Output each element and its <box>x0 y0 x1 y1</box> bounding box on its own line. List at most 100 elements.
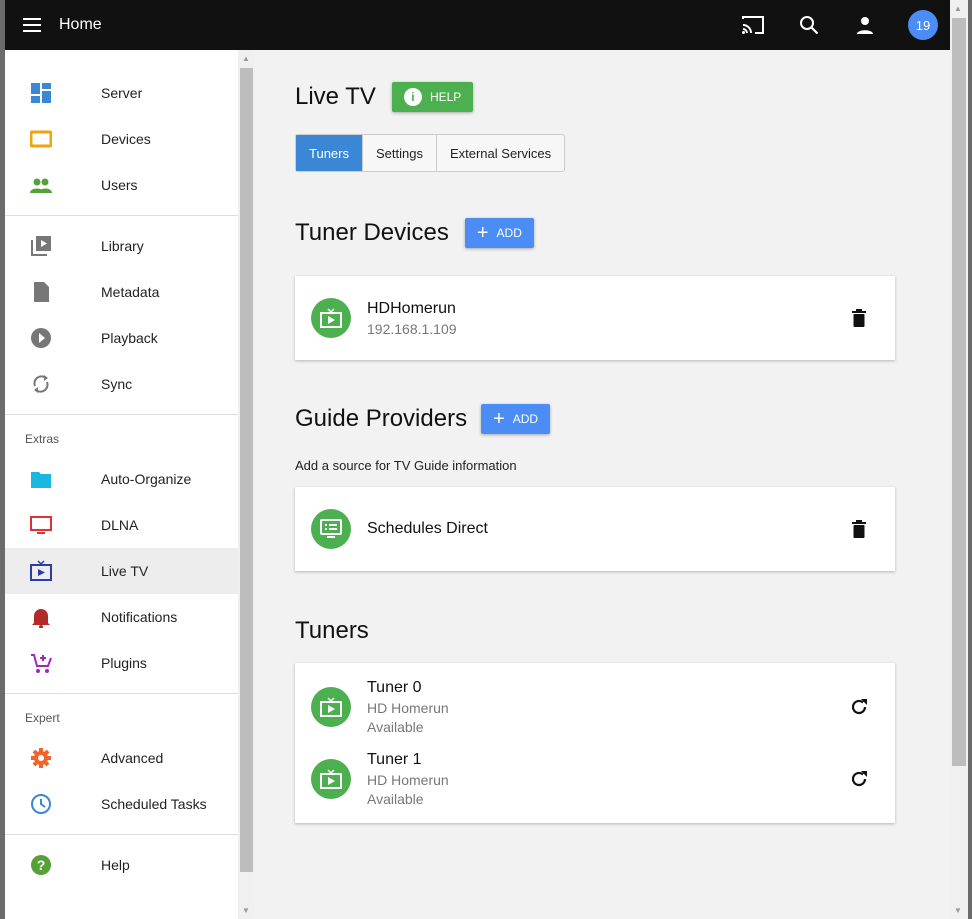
guide-providers-heading: Guide Providers <box>295 405 468 432</box>
page-scrollbar[interactable]: ▲ ▼ <box>950 0 968 919</box>
add-tuner-device-button[interactable]: + ADD <box>464 218 534 248</box>
sidebar-item-label: Library <box>101 238 144 254</box>
plus-icon: + <box>493 407 505 430</box>
sidebar-item-playback[interactable]: Playback <box>5 315 238 361</box>
sidebar-item-server[interactable]: Server <box>5 70 238 116</box>
sidebar-item-dlna[interactable]: DLNA <box>5 502 238 548</box>
device-address: 192.168.1.109 <box>367 320 457 337</box>
sidebar-item-library[interactable]: Library <box>5 223 238 269</box>
top-bar: Home 19 <box>5 0 950 50</box>
tab-settings[interactable]: Settings <box>363 135 437 171</box>
sidebar-item-label: Plugins <box>101 655 147 671</box>
device-name: HDHomerun <box>367 299 456 317</box>
sidebar-item-notifications[interactable]: Notifications <box>5 594 238 640</box>
live-tv-icon <box>311 759 351 799</box>
add-label: ADD <box>512 412 539 426</box>
guide-icon <box>311 509 351 549</box>
sidebar-item-live-tv[interactable]: Live TV <box>5 548 238 594</box>
sidebar-item-users[interactable]: Users <box>5 162 238 208</box>
expert-heading: Expert <box>25 711 60 725</box>
live-tv-icon <box>311 298 351 338</box>
list-item[interactable]: Schedules Direct <box>295 487 895 571</box>
sidebar-item-metadata[interactable]: Metadata <box>5 269 238 315</box>
monitor-icon <box>29 513 53 537</box>
tab-external-services[interactable]: External Services <box>437 135 564 171</box>
gear-icon <box>29 746 53 770</box>
sidebar: Server Devices Users Library Metadata Playba… <box>5 50 238 919</box>
tuner-device: HD Homerun <box>367 700 449 716</box>
list-item[interactable]: Tuner 0 HD Homerun Available <box>295 671 895 743</box>
main-content: Live TV i HELP Tuners Settings External S… <box>295 50 895 823</box>
sidebar-item-label: Help <box>101 857 130 873</box>
info-icon: i <box>403 88 422 106</box>
bell-icon <box>29 605 53 629</box>
tuners-heading: Tuners <box>295 617 369 644</box>
sidebar-item-label: Devices <box>101 131 151 147</box>
delete-icon[interactable] <box>849 518 869 540</box>
sidebar-item-label: Metadata <box>101 284 160 300</box>
user-icon[interactable] <box>852 12 878 38</box>
tuner-name: Tuner 1 <box>367 751 422 768</box>
cast-icon[interactable] <box>740 12 766 38</box>
sidebar-item-plugins[interactable]: Plugins <box>5 640 238 686</box>
refresh-icon[interactable] <box>849 696 869 718</box>
tab-bar: Tuners Settings External Services <box>295 134 566 172</box>
sidebar-item-devices[interactable]: Devices <box>5 116 238 162</box>
list-item[interactable]: Tuner 1 HD Homerun Available <box>295 743 895 815</box>
sidebar-item-advanced[interactable]: Advanced <box>5 735 238 781</box>
help-label: HELP <box>429 90 462 104</box>
search-icon[interactable] <box>796 12 822 38</box>
folder-icon <box>29 467 53 491</box>
page-title: Live TV <box>295 83 376 110</box>
tuners-card: Tuner 0 HD Homerun Available Tuner 1 HD Hom… <box>295 663 895 823</box>
extras-heading: Extras <box>25 432 60 446</box>
delete-icon[interactable] <box>849 307 869 329</box>
add-guide-provider-button[interactable]: + ADD <box>481 404 551 434</box>
help-icon: ? <box>29 853 53 877</box>
notification-badge[interactable]: 19 <box>908 10 938 40</box>
play-circle-icon <box>29 326 53 350</box>
guide-provider-card: Schedules Direct <box>295 487 895 571</box>
sidebar-scrollbar[interactable]: ▲ ▼ <box>238 50 255 919</box>
provider-name: Schedules Direct <box>367 520 488 537</box>
sidebar-item-label: Sync <box>101 376 133 392</box>
tuner-status: Available <box>367 791 424 807</box>
header-title: Home <box>59 16 102 33</box>
help-button[interactable]: i HELP <box>391 82 474 112</box>
live-tv-icon <box>29 559 53 583</box>
tuner-devices-heading: Tuner Devices <box>295 219 449 246</box>
tuner-status: Available <box>367 719 424 735</box>
guide-description: Add a source for TV Guide information <box>295 458 517 473</box>
people-icon <box>29 173 53 197</box>
sidebar-item-label: Scheduled Tasks <box>101 796 207 812</box>
live-tv-icon <box>311 687 351 727</box>
sidebar-item-label: Server <box>101 85 143 101</box>
tuner-name: Tuner 0 <box>367 679 422 696</box>
tuner-device-card: HDHomerun 192.168.1.109 <box>295 276 895 360</box>
file-icon <box>29 280 53 304</box>
sidebar-item-label: Live TV <box>101 563 149 579</box>
refresh-icon[interactable] <box>849 768 869 790</box>
video-library-icon <box>29 234 53 258</box>
tuner-device: HD Homerun <box>367 772 449 788</box>
sidebar-item-label: DLNA <box>101 517 139 533</box>
menu-icon[interactable] <box>23 18 41 32</box>
list-item[interactable]: HDHomerun 192.168.1.109 <box>295 276 895 360</box>
plus-icon: + <box>476 221 489 244</box>
cart-icon <box>29 651 53 675</box>
sidebar-item-label: Users <box>101 177 138 193</box>
add-label: ADD <box>496 226 522 240</box>
sidebar-item-help[interactable]: ? Help <box>5 842 238 888</box>
sidebar-item-label: Notifications <box>101 609 178 625</box>
clock-icon <box>29 792 53 816</box>
sidebar-item-sync[interactable]: Sync <box>5 361 238 407</box>
sidebar-item-label: Auto-Organize <box>101 471 192 487</box>
sync-icon <box>29 372 53 396</box>
app-window: Home 19 Server Devices Users Library Metada… <box>5 0 950 919</box>
sidebar-item-scheduled-tasks[interactable]: Scheduled Tasks <box>5 781 238 827</box>
sidebar-item-auto-organize[interactable]: Auto-Organize <box>5 456 238 502</box>
tab-tuners[interactable]: Tuners <box>296 135 363 171</box>
dashboard-icon <box>29 81 53 105</box>
tablet-icon <box>29 127 53 151</box>
sidebar-item-label: Playback <box>101 330 158 346</box>
